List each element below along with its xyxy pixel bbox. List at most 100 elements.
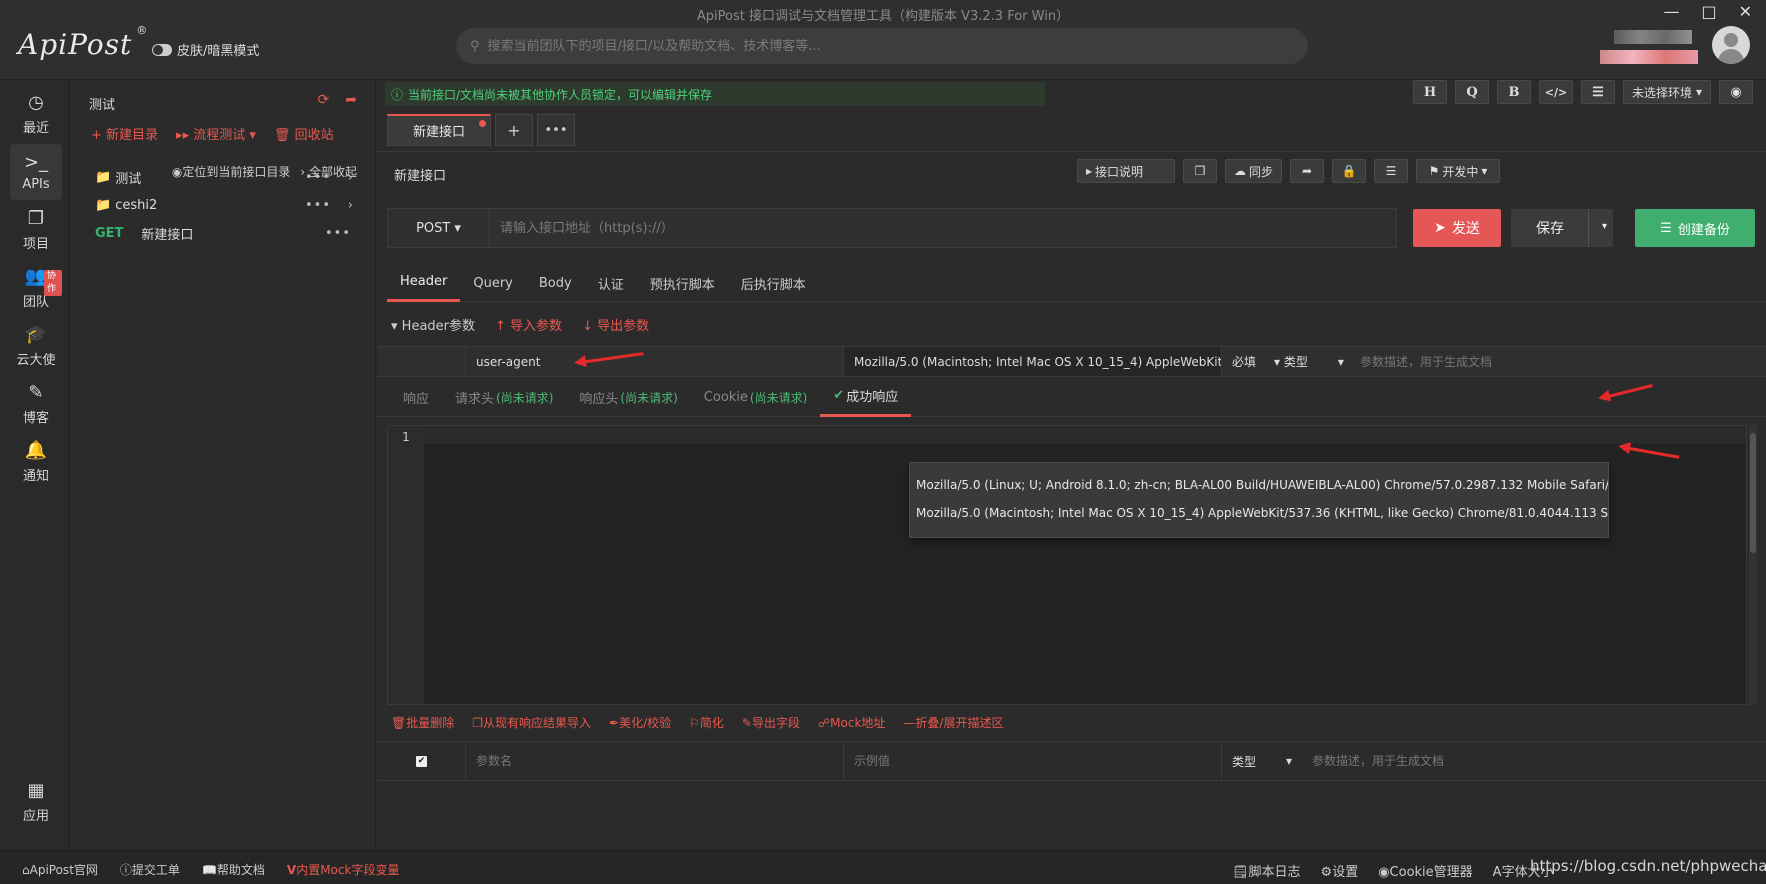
- suggestion-item[interactable]: Mozilla/5.0 (Macintosh; Intel Mac OS X 1…: [910, 499, 1608, 527]
- tab-success-response[interactable]: ✔ 成功响应: [820, 377, 912, 417]
- type-select[interactable]: ▾ 类型 ▾: [1264, 347, 1348, 376]
- nav-apis[interactable]: >_ APIs: [10, 144, 62, 200]
- tab-new-api[interactable]: 新建接口: [387, 114, 491, 146]
- tree-api-item[interactable]: GET 新建接口 •••: [95, 223, 355, 243]
- header-key-cell: [466, 347, 844, 376]
- tab-body[interactable]: Body: [526, 264, 585, 302]
- tab-more-button[interactable]: •••: [537, 114, 575, 146]
- nav-apps[interactable]: ▦ 应用: [10, 774, 62, 830]
- nav-blog[interactable]: ✎ 博客: [10, 376, 62, 432]
- header-key-input[interactable]: [476, 354, 843, 369]
- tab-post-script[interactable]: 后执行脚本: [728, 264, 819, 302]
- url-input[interactable]: [490, 220, 1396, 236]
- dark-mode-toggle[interactable]: 皮肤/暗黑模式: [152, 40, 259, 59]
- lock-icon[interactable]: 🔒: [1332, 159, 1367, 183]
- info-icon: ⓘ: [391, 87, 404, 102]
- export-params-button[interactable]: ↓ 导出参数: [582, 315, 649, 334]
- script-log-button[interactable]: 🗒脚本日志: [1232, 861, 1301, 880]
- minimize-icon[interactable]: —: [1663, 2, 1679, 21]
- submit-ticket-link[interactable]: ⓘ提交工单: [120, 861, 180, 878]
- official-site-link[interactable]: ⌂ApiPost官网: [22, 861, 98, 878]
- tree-folder-ceshi[interactable]: 📁 测试 ••• ›: [95, 167, 355, 187]
- send-label: 发送: [1451, 221, 1480, 237]
- help-docs-link[interactable]: 📖帮助文档: [202, 861, 265, 878]
- nav-projects[interactable]: ❐ 项目: [10, 202, 62, 258]
- more-icon[interactable]: •••: [305, 198, 331, 213]
- eye-icon[interactable]: ◉: [1719, 80, 1754, 104]
- maximize-icon[interactable]: □: [1701, 2, 1716, 21]
- sliders-icon[interactable]: ☰: [1581, 80, 1615, 104]
- beautify-button[interactable]: ✒美化/校验: [609, 714, 671, 731]
- type-select[interactable]: 类型 ▾: [1222, 742, 1302, 780]
- database-icon: ☰: [1660, 220, 1672, 236]
- header-desc-input[interactable]: [1360, 354, 1766, 369]
- cookie-manager-button[interactable]: ◉Cookie管理器: [1378, 861, 1472, 880]
- tab-cookie[interactable]: Cookie (尚未请求): [691, 377, 821, 417]
- type-label: 类型: [1232, 754, 1257, 769]
- global-search[interactable]: ⚲: [456, 28, 1308, 64]
- flow-test-button[interactable]: ▸▸ 流程测试 ▾: [176, 124, 256, 143]
- copy-icon[interactable]: ❐: [1183, 159, 1217, 183]
- mock-url-button[interactable]: ☍Mock地址: [818, 714, 885, 731]
- heading-button[interactable]: H: [1413, 80, 1447, 104]
- editor-scrollbar[interactable]: [1749, 425, 1757, 705]
- import-params-button[interactable]: ↑ 导入参数: [495, 315, 562, 334]
- dark-mode-label: 皮肤/暗黑模式: [177, 44, 260, 59]
- create-backup-button[interactable]: ☰ 创建备份: [1635, 209, 1755, 247]
- database-icon[interactable]: ☰: [1374, 159, 1409, 183]
- chevron-right-icon[interactable]: ›: [348, 170, 353, 185]
- tab-label: Cookie: [703, 389, 748, 405]
- checkbox[interactable]: ✔: [416, 755, 427, 767]
- suggestion-item[interactable]: Mozilla/5.0 (Linux; U; Android 8.1.0; zh…: [910, 471, 1608, 499]
- tab-response[interactable]: 响应: [390, 377, 442, 417]
- method-select[interactable]: POST ▾: [388, 209, 490, 247]
- recycle-bin-button[interactable]: 🗑 回收站: [274, 124, 334, 143]
- more-icon[interactable]: •••: [325, 226, 351, 241]
- search-input[interactable]: [487, 38, 1268, 54]
- param-name-input[interactable]: [476, 754, 843, 768]
- share-icon[interactable]: ➦: [1290, 159, 1325, 183]
- add-tab-button[interactable]: +: [495, 114, 533, 146]
- tab-query[interactable]: Query: [460, 264, 526, 302]
- environment-select[interactable]: 未选择环境 ▾: [1623, 80, 1712, 104]
- nav-notify[interactable]: 🔔 通知: [10, 434, 62, 490]
- tab-auth[interactable]: 认证: [585, 264, 637, 302]
- code-button[interactable]: </>: [1539, 80, 1573, 104]
- share-icon[interactable]: ➦: [345, 92, 357, 108]
- bold-button[interactable]: B: [1497, 80, 1531, 104]
- flow-icon: ▸▸: [176, 128, 194, 143]
- mock-variables-link[interactable]: V内置Mock字段变量: [287, 861, 400, 878]
- desc-input[interactable]: [1312, 754, 1766, 768]
- tab-header[interactable]: Header: [387, 264, 461, 302]
- nav-ambassador[interactable]: 🎓 云大使: [10, 318, 62, 374]
- new-folder-button[interactable]: + 新建目录: [91, 124, 158, 143]
- user-avatar[interactable]: [1712, 26, 1750, 64]
- close-icon[interactable]: ✕: [1739, 2, 1752, 21]
- tab-pre-script[interactable]: 预执行脚本: [637, 264, 728, 302]
- tree-folder-ceshi2[interactable]: 📁 ceshi2 ••• ›: [95, 195, 355, 215]
- api-doc-name[interactable]: 新建接口: [394, 165, 446, 184]
- batch-delete-button[interactable]: 🗑批量删除: [391, 714, 454, 731]
- send-button[interactable]: ➤ 发送: [1413, 209, 1501, 247]
- example-input[interactable]: [854, 754, 1221, 768]
- save-button[interactable]: 保存 ▾: [1511, 209, 1613, 247]
- api-desc-button[interactable]: ▸ 接口说明: [1077, 159, 1175, 183]
- sync-button[interactable]: ☁ 同步: [1225, 159, 1283, 183]
- tab-response-headers[interactable]: 响应头 (尚未请求): [566, 377, 690, 417]
- status-dropdown[interactable]: ⚑ 开发中 ▾: [1416, 159, 1501, 183]
- import-from-response-button[interactable]: ❐从现有响应结果导入: [472, 714, 591, 731]
- simplify-button[interactable]: ⚐简化: [689, 714, 724, 731]
- tab-request-headers[interactable]: 请求头 (尚未请求): [442, 377, 566, 417]
- quote-button[interactable]: Q: [1455, 80, 1489, 104]
- nav-team[interactable]: 👥 团队 协作: [10, 260, 62, 316]
- chevron-right-icon[interactable]: ›: [348, 198, 353, 213]
- header-value-input[interactable]: [854, 354, 1221, 369]
- toggle-desc-button[interactable]: —折叠/展开描述区: [903, 714, 1003, 731]
- settings-button[interactable]: ⚙设置: [1321, 861, 1359, 880]
- header-params-toggle[interactable]: ▾ Header参数: [391, 315, 475, 334]
- refresh-icon[interactable]: ⟳: [318, 92, 330, 108]
- caret-down-icon[interactable]: ▾: [1602, 221, 1607, 232]
- nav-recent[interactable]: ◷ 最近: [10, 86, 62, 142]
- more-icon[interactable]: •••: [305, 170, 331, 185]
- export-fields-button[interactable]: ✎导出字段: [742, 714, 800, 731]
